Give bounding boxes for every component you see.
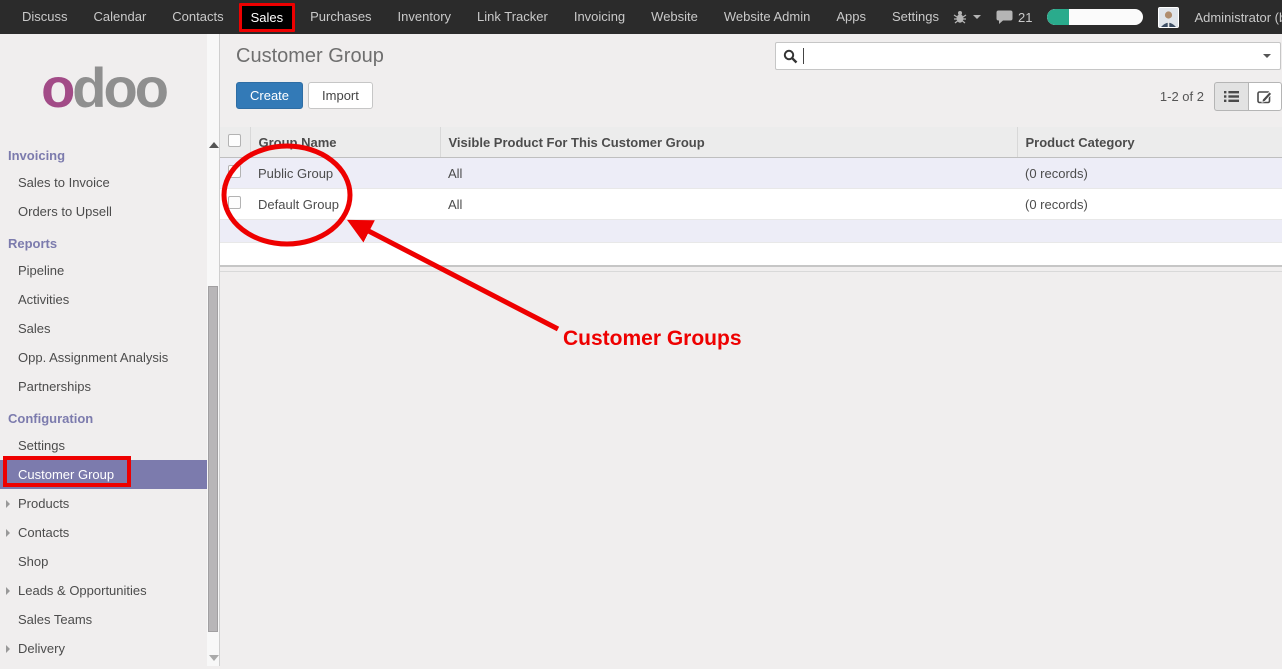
main-menu: Discuss Calendar Contacts Sales Purchase… bbox=[9, 0, 952, 34]
visible-product-cell[interactable]: All bbox=[440, 158, 1017, 189]
sidebar-scrollbar bbox=[207, 34, 220, 666]
message-count: 21 bbox=[1018, 10, 1032, 25]
form-view-icon bbox=[1257, 89, 1273, 104]
caret-down-icon bbox=[973, 15, 981, 19]
avatar[interactable] bbox=[1158, 7, 1179, 28]
search-filters-toggle[interactable] bbox=[1254, 43, 1280, 69]
empty-row bbox=[220, 220, 1282, 243]
section-reports: Reports bbox=[0, 226, 207, 256]
import-button[interactable]: Import bbox=[308, 82, 373, 109]
user-menu[interactable]: Administrator (braintree) bbox=[1194, 10, 1282, 25]
sidebar-item-sales-teams[interactable]: Sales Teams bbox=[0, 605, 207, 634]
column-group-name[interactable]: Group Name bbox=[250, 127, 440, 158]
table-row[interactable]: Public Group All (0 records) bbox=[220, 158, 1282, 189]
caret-right-icon bbox=[6, 529, 10, 537]
column-visible-product[interactable]: Visible Product For This Customer Group bbox=[440, 127, 1017, 158]
bug-icon bbox=[952, 9, 968, 25]
top-navigation-bar: Discuss Calendar Contacts Sales Purchase… bbox=[0, 0, 1282, 34]
caret-down-icon bbox=[1263, 54, 1271, 58]
nav-item-website-admin[interactable]: Website Admin bbox=[711, 0, 823, 34]
chat-bubble-icon bbox=[996, 9, 1013, 25]
scroll-up-arrow-icon[interactable] bbox=[209, 142, 219, 148]
column-product-category[interactable]: Product Category bbox=[1017, 127, 1282, 158]
sidebar-item-opp-assignment-analysis[interactable]: Opp. Assignment Analysis bbox=[0, 343, 207, 372]
row-select-cell bbox=[220, 189, 250, 220]
nav-item-invoicing[interactable]: Invoicing bbox=[561, 0, 638, 34]
nav-item-apps[interactable]: Apps bbox=[823, 0, 879, 34]
list-view-icon bbox=[1224, 90, 1239, 103]
sidebar-item-partnerships[interactable]: Partnerships bbox=[0, 372, 207, 401]
nav-item-calendar[interactable]: Calendar bbox=[81, 0, 160, 34]
nav-item-discuss[interactable]: Discuss bbox=[9, 0, 81, 34]
session-progress-gauge[interactable] bbox=[1047, 9, 1143, 25]
sidebar-item-customer-group[interactable]: Customer Group bbox=[0, 460, 207, 489]
scroll-down-arrow-icon[interactable] bbox=[209, 655, 219, 661]
nav-item-contacts[interactable]: Contacts bbox=[159, 0, 236, 34]
create-button[interactable]: Create bbox=[236, 82, 303, 109]
sidebar-menu: Invoicing Sales to Invoice Orders to Ups… bbox=[0, 138, 207, 663]
pager: 1-2 of 2 bbox=[1160, 89, 1204, 104]
form-view-button[interactable] bbox=[1248, 82, 1282, 111]
sidebar-item-settings[interactable]: Settings bbox=[0, 431, 207, 460]
sidebar-item-shop[interactable]: Shop bbox=[0, 547, 207, 576]
odoo-logo[interactable]: odoo bbox=[0, 34, 207, 138]
select-all-cell bbox=[220, 127, 250, 158]
sidebar-item-orders-to-upsell[interactable]: Orders to Upsell bbox=[0, 197, 207, 226]
search-input[interactable] bbox=[804, 43, 1254, 69]
progress-fill bbox=[1047, 9, 1068, 25]
section-configuration: Configuration bbox=[0, 401, 207, 431]
caret-right-icon bbox=[6, 587, 10, 595]
nav-item-link-tracker[interactable]: Link Tracker bbox=[464, 0, 561, 34]
sidebar-item-activities[interactable]: Activities bbox=[0, 285, 207, 314]
list-view-button[interactable] bbox=[1214, 82, 1248, 111]
page-title: Customer Group bbox=[236, 45, 384, 68]
row-checkbox[interactable] bbox=[228, 165, 241, 178]
nav-item-inventory[interactable]: Inventory bbox=[385, 0, 464, 34]
sidebar-item-sales-to-invoice[interactable]: Sales to Invoice bbox=[0, 168, 207, 197]
sidebar-item-pipeline[interactable]: Pipeline bbox=[0, 256, 207, 285]
sidebar-item-sales[interactable]: Sales bbox=[0, 314, 207, 343]
product-category-cell[interactable]: (0 records) bbox=[1017, 158, 1282, 189]
product-category-cell[interactable]: (0 records) bbox=[1017, 189, 1282, 220]
debug-menu[interactable] bbox=[952, 9, 981, 25]
visible-product-cell[interactable]: All bbox=[440, 189, 1017, 220]
table-row[interactable]: Default Group All (0 records) bbox=[220, 189, 1282, 220]
row-checkbox[interactable] bbox=[228, 196, 241, 209]
group-name-cell[interactable]: Public Group bbox=[250, 158, 440, 189]
sidebar-item-contacts[interactable]: Contacts bbox=[0, 518, 207, 547]
scrollbar-thumb[interactable] bbox=[208, 286, 218, 632]
section-invoicing: Invoicing bbox=[0, 138, 207, 168]
row-select-cell bbox=[220, 158, 250, 189]
sidebar: odoo Invoicing Sales to Invoice Orders t… bbox=[0, 34, 207, 666]
sidebar-item-delivery[interactable]: Delivery bbox=[0, 634, 207, 663]
messages-button[interactable]: 21 bbox=[996, 9, 1032, 25]
caret-right-icon bbox=[6, 645, 10, 653]
search-view[interactable] bbox=[775, 42, 1281, 70]
table-header-row: Group Name Visible Product For This Cust… bbox=[220, 127, 1282, 158]
magnifier-icon bbox=[783, 49, 798, 64]
list-view: Group Name Visible Product For This Cust… bbox=[220, 127, 1282, 272]
nav-item-purchases[interactable]: Purchases bbox=[297, 0, 384, 34]
group-name-cell[interactable]: Default Group bbox=[250, 189, 440, 220]
sidebar-item-products[interactable]: Products bbox=[0, 489, 207, 518]
nav-item-sales[interactable]: Sales bbox=[239, 3, 296, 32]
empty-row bbox=[220, 243, 1282, 266]
sidebar-item-leads-opportunities[interactable]: Leads & Opportunities bbox=[0, 576, 207, 605]
caret-right-icon bbox=[6, 500, 10, 508]
divider bbox=[220, 271, 1282, 272]
nav-item-website[interactable]: Website bbox=[638, 0, 711, 34]
main-content: Customer Group Create Import 1-2 of 2 bbox=[220, 34, 1282, 666]
view-switcher bbox=[1214, 82, 1282, 111]
nav-item-settings[interactable]: Settings bbox=[879, 0, 952, 34]
user-label: Administrator (braintree) bbox=[1194, 10, 1282, 25]
select-all-checkbox[interactable] bbox=[228, 134, 241, 147]
